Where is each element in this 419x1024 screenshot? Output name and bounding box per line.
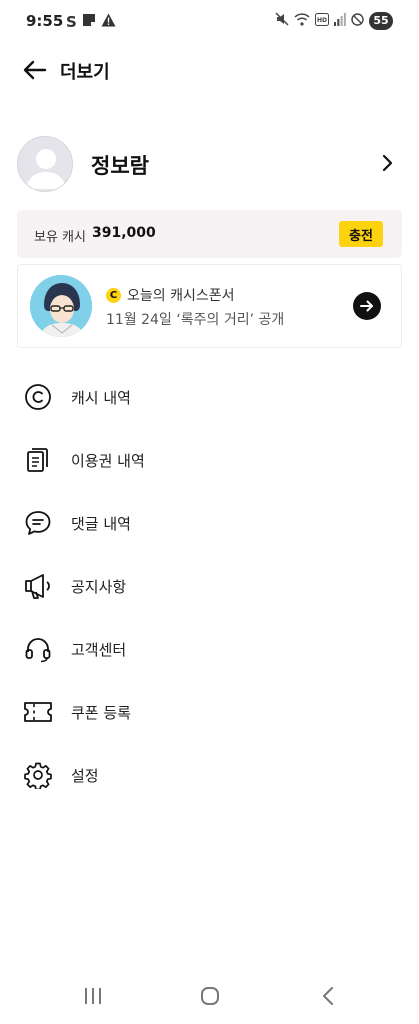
- arrow-right-icon: [360, 300, 373, 312]
- chat-bubble-icon: [23, 508, 53, 538]
- menu-item-label: 고객센터: [71, 641, 127, 659]
- menu-item-notices[interactable]: 공지사항: [0, 554, 419, 616]
- cash-amount: 391,000: [92, 225, 156, 241]
- back-arrow-icon: [23, 60, 47, 80]
- mute-icon: [275, 11, 289, 30]
- signal-icon: [334, 11, 346, 30]
- megaphone-icon: [23, 571, 53, 601]
- menu-item-pass-history[interactable]: 이용권 내역: [0, 428, 419, 490]
- menu-item-label: 공지사항: [71, 578, 127, 596]
- charge-button[interactable]: 충전: [339, 221, 383, 247]
- recent-apps-icon: [85, 988, 101, 1004]
- menu-item-comment-history[interactable]: 댓글 내역: [0, 491, 419, 553]
- menu-item-settings[interactable]: 설정: [0, 743, 419, 805]
- back-button[interactable]: [20, 56, 50, 84]
- sponsor-thumbnail: [30, 275, 92, 337]
- cash-coin-icon: C: [106, 287, 121, 303]
- notes-icon: [82, 12, 96, 31]
- block-icon: [351, 11, 364, 30]
- menu-item-label: 이용권 내역: [71, 452, 145, 470]
- status-left-icons: S: [66, 12, 116, 31]
- warning-icon: [101, 12, 116, 31]
- menu-item-cash-history[interactable]: 캐시 내역: [0, 365, 419, 427]
- system-nav-bar: [0, 968, 419, 1024]
- back-icon: [323, 987, 333, 1005]
- menu-item-label: 캐시 내역: [71, 389, 131, 407]
- profile-row[interactable]: 정보람: [17, 136, 402, 192]
- chevron-right-icon: [382, 154, 394, 176]
- hd-voice-icon: HD: [315, 11, 329, 30]
- menu-item-coupon-register[interactable]: 쿠폰 등록: [0, 680, 419, 742]
- svg-text:HD: HD: [317, 17, 327, 24]
- status-right-icons: HD 55: [275, 11, 393, 30]
- profile-name: 정보람: [91, 154, 149, 178]
- menu-item-label: 설정: [71, 767, 99, 785]
- s-app-icon: S: [66, 12, 77, 31]
- wifi-icon: [294, 11, 310, 30]
- header: 더보기: [0, 48, 419, 92]
- menu-item-label: 쿠폰 등록: [71, 704, 131, 722]
- battery-indicator: 55: [369, 11, 393, 30]
- sponsor-title-row: C 오늘의 캐시스폰서: [106, 285, 235, 305]
- status-bar: 9:55 S HD 55: [0, 0, 419, 44]
- avatar: [17, 136, 73, 192]
- cash-balance-bar: 보유 캐시 391,000 충전: [17, 210, 402, 258]
- documents-icon: [23, 445, 53, 475]
- sponsor-subtitle: 11월 24일 ‘록주의 거리’ 공개: [106, 312, 285, 328]
- sponsor-title: 오늘의 캐시스폰서: [127, 288, 235, 304]
- recent-apps-button[interactable]: [73, 982, 113, 1010]
- gear-icon: [23, 760, 53, 790]
- coupon-icon: [23, 697, 53, 727]
- menu-item-customer-center[interactable]: 고객센터: [0, 617, 419, 679]
- copyright-icon: [23, 382, 53, 412]
- menu-item-label: 댓글 내역: [71, 515, 131, 533]
- home-button[interactable]: [190, 982, 230, 1010]
- sponsor-go-button[interactable]: [353, 292, 381, 320]
- headset-icon: [23, 634, 53, 664]
- home-icon: [201, 987, 219, 1005]
- nav-back-button[interactable]: [308, 982, 348, 1010]
- status-time: 9:55: [26, 12, 64, 30]
- cash-sponsor-card[interactable]: C 오늘의 캐시스폰서 11월 24일 ‘록주의 거리’ 공개: [17, 264, 402, 348]
- cash-label: 보유 캐시: [34, 230, 86, 245]
- page-title: 더보기: [60, 62, 110, 83]
